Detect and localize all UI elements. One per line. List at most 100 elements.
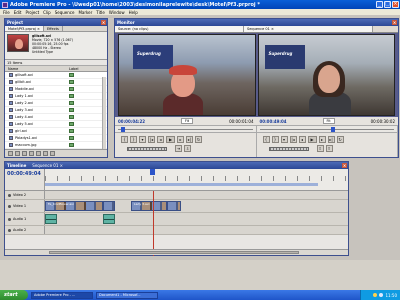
tray-icon[interactable]: [373, 293, 378, 297]
list-item[interactable]: Pbladys1.avi: [5, 135, 107, 142]
new-bin-button[interactable]: [36, 151, 41, 156]
go-to-in-button[interactable]: |◂: [289, 136, 297, 143]
list-view-button[interactable]: [8, 151, 13, 156]
source-fit-dropdown[interactable]: Fit: [181, 118, 194, 124]
play-button[interactable]: ▶: [166, 136, 175, 143]
source-time-ruler[interactable]: [115, 126, 257, 132]
timeline-clip[interactable]: Fe_Kindflower.avi: [45, 201, 103, 211]
menu-project[interactable]: Project: [25, 10, 39, 15]
menu-title[interactable]: Title: [96, 10, 105, 15]
insert-button[interactable]: ⇥: [175, 145, 182, 152]
eye-icon[interactable]: [8, 193, 11, 197]
tab-source[interactable]: Source: (no clips): [115, 26, 244, 32]
work-area-bar[interactable]: [45, 183, 318, 186]
list-item[interactable]: Lady 3.avi: [5, 107, 107, 114]
timeline-audio-clip[interactable]: [103, 214, 115, 224]
column-label[interactable]: Label: [67, 67, 78, 71]
program-time-ruler[interactable]: [257, 126, 398, 132]
go-to-in-button[interactable]: |◂: [148, 136, 155, 143]
program-video[interactable]: Superdrug: [257, 34, 395, 116]
list-item[interactable]: Lady 4.avi: [5, 114, 107, 121]
column-name[interactable]: Name: [5, 67, 67, 71]
menu-window[interactable]: Window: [109, 10, 125, 15]
list-item[interactable]: maccom.jpg: [5, 142, 107, 149]
timeline-clip[interactable]: [103, 201, 115, 211]
list-item[interactable]: gillsoft.avi: [5, 72, 107, 79]
program-timecode[interactable]: 00:00:49:04: [260, 119, 287, 124]
list-item[interactable]: Lady 1.avi: [5, 93, 107, 100]
lift-button[interactable]: ⇧: [316, 145, 324, 152]
menu-clip[interactable]: Clip: [43, 10, 51, 15]
source-video[interactable]: Superdrug: [118, 34, 256, 116]
taskbar-item-premiere[interactable]: Adobe Premiere Pro - ...: [31, 291, 93, 299]
loop-button[interactable]: ↻: [336, 136, 344, 143]
menu-file[interactable]: File: [3, 10, 10, 15]
timeline-timecode[interactable]: 00:00:49:04: [7, 171, 42, 177]
start-button[interactable]: start: [0, 290, 28, 300]
timeline-ruler[interactable]: [45, 169, 348, 190]
close-button[interactable]: ×: [392, 1, 399, 8]
track-body[interactable]: [45, 191, 348, 199]
monitor-close-icon[interactable]: ×: [392, 20, 397, 25]
timeline-clip[interactable]: Lady 3.avi: [131, 201, 167, 211]
extract-button[interactable]: ⇪: [325, 145, 333, 152]
timeline-playhead[interactable]: [150, 169, 155, 175]
project-scrollbar[interactable]: [102, 77, 106, 149]
go-to-out-button[interactable]: ▸|: [327, 136, 335, 143]
list-item[interactable]: girl.avi: [5, 128, 107, 135]
track-body[interactable]: Fe_Kindflower.avi Lady 3.avi: [45, 200, 348, 212]
step-forward-button[interactable]: ▸: [318, 136, 326, 143]
program-fit-dropdown[interactable]: Fit: [322, 118, 335, 124]
list-item[interactable]: Lady 5.avi: [5, 121, 107, 128]
timeline-close-icon[interactable]: ×: [342, 163, 347, 168]
menu-marker[interactable]: Marker: [78, 10, 92, 15]
speaker-icon[interactable]: [8, 217, 11, 221]
set-out-button[interactable]: }: [271, 136, 279, 143]
volume-icon[interactable]: [379, 293, 384, 297]
minimize-button[interactable]: _: [376, 1, 383, 8]
track-body[interactable]: [45, 226, 348, 234]
step-forward-button[interactable]: ▸: [177, 136, 184, 143]
project-close-icon[interactable]: ×: [101, 20, 106, 25]
eye-icon[interactable]: [8, 204, 11, 208]
set-out-button[interactable]: }: [130, 136, 137, 143]
timeline-scrollbar[interactable]: [5, 249, 348, 255]
program-playhead[interactable]: [330, 127, 335, 132]
step-back-button[interactable]: ◂: [157, 136, 164, 143]
overlay-button[interactable]: ⇩: [184, 145, 191, 152]
maximize-button[interactable]: □: [384, 1, 391, 8]
tab-sequence[interactable]: Sequence 01 ×: [32, 163, 63, 168]
go-to-out-button[interactable]: ▸|: [186, 136, 193, 143]
icon-view-button[interactable]: [15, 151, 20, 156]
source-jog-shuttle[interactable]: [127, 147, 167, 151]
set-in-button[interactable]: {: [121, 136, 128, 143]
source-playhead[interactable]: [121, 127, 125, 132]
delete-button[interactable]: [50, 151, 55, 156]
timeline-scroll-thumb[interactable]: [49, 251, 299, 254]
speaker-icon[interactable]: [8, 228, 11, 232]
menu-sequence[interactable]: Sequence: [55, 10, 75, 15]
taskbar-item-word[interactable]: Document1 - Microsof...: [96, 291, 158, 299]
list-item[interactable]: gillbit.avi: [5, 79, 107, 86]
menu-edit[interactable]: Edit: [14, 10, 22, 15]
step-back-button[interactable]: ◂: [298, 136, 306, 143]
timeline-audio-clip[interactable]: [45, 214, 57, 224]
menu-help[interactable]: Help: [129, 10, 138, 15]
source-timecode[interactable]: 00:00:04:22: [118, 119, 145, 124]
tab-effects[interactable]: Effects: [43, 26, 63, 31]
program-jog-shuttle[interactable]: [268, 147, 309, 151]
play-button[interactable]: ▶: [307, 136, 317, 143]
marker-button[interactable]: ▾: [280, 136, 288, 143]
new-item-button[interactable]: [43, 151, 48, 156]
list-item[interactable]: Maddie.avi: [5, 86, 107, 93]
marker-button[interactable]: ▾: [139, 136, 146, 143]
track-body[interactable]: [45, 213, 348, 225]
tab-project-file[interactable]: Motel\Pf3.prproj ×: [5, 26, 44, 31]
find-button[interactable]: [29, 151, 34, 156]
list-item[interactable]: Lady 2.avi: [5, 100, 107, 107]
automate-button[interactable]: [22, 151, 27, 156]
loop-button[interactable]: ↻: [195, 136, 202, 143]
tab-program[interactable]: Sequence 01 ×: [244, 26, 373, 32]
set-in-button[interactable]: {: [262, 136, 270, 143]
timeline-clip[interactable]: [167, 201, 181, 211]
